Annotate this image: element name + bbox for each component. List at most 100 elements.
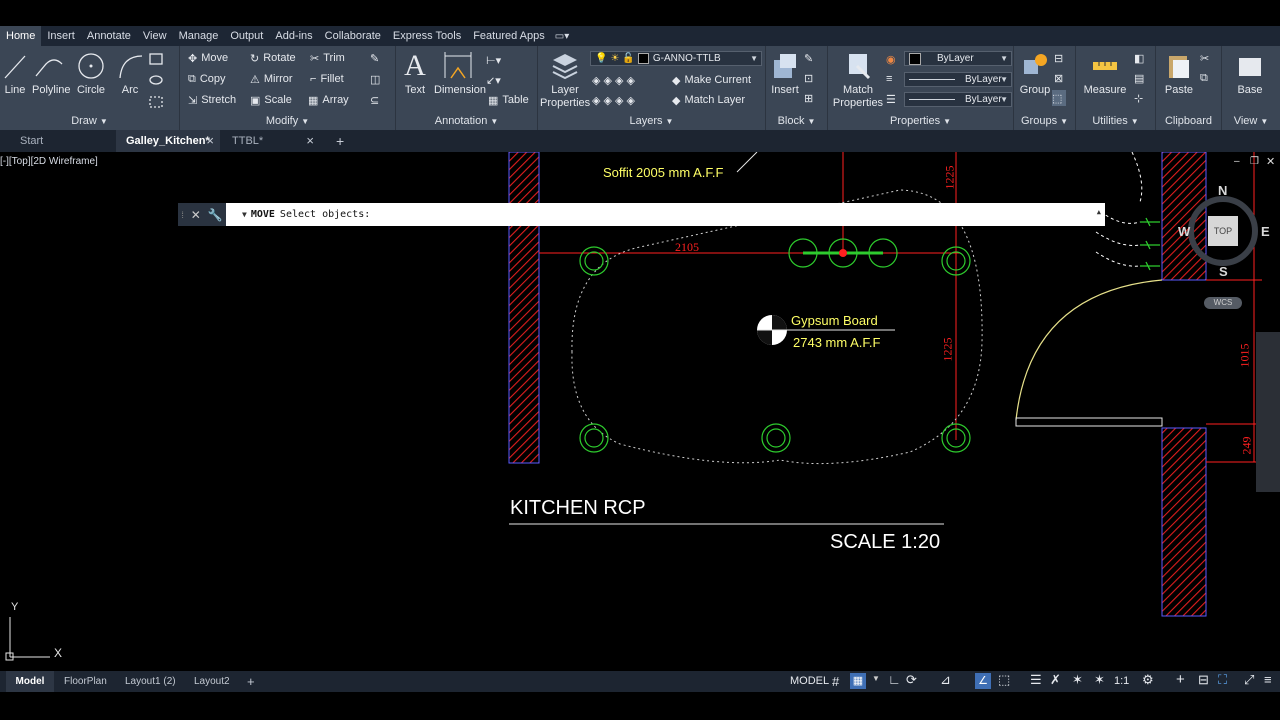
close-icon[interactable]: ✕: [191, 208, 201, 222]
utilities-panel-title[interactable]: Utilities ▼: [1076, 115, 1155, 127]
switch-symbols[interactable]: [1140, 217, 1160, 271]
table-button[interactable]: ▦ Table: [488, 92, 529, 108]
new-tab-button[interactable]: +: [336, 130, 350, 152]
annotation-panel-title[interactable]: Annotation ▼: [396, 115, 537, 127]
make-current-button[interactable]: ◆ Make Current: [672, 72, 751, 88]
tab-manage[interactable]: Manage: [173, 26, 225, 46]
add-icon[interactable]: +: [1176, 671, 1185, 688]
viewcube-top-face[interactable]: TOP: [1208, 216, 1238, 246]
text-button[interactable]: A Text: [400, 50, 430, 97]
grip-icon[interactable]: ⁞: [181, 210, 184, 220]
door-leaf[interactable]: [1015, 417, 1163, 427]
dimension-text-249[interactable]: 249: [1240, 437, 1255, 455]
edit-block-button[interactable]: ⊡: [804, 70, 817, 86]
layer-tools-row2[interactable]: ◈ ◈ ◈ ◈: [592, 92, 639, 108]
view-panel-title[interactable]: View ▼: [1222, 115, 1280, 127]
polar-icon[interactable]: ⟳: [906, 672, 917, 688]
tab-express-tools[interactable]: Express Tools: [387, 26, 467, 46]
object-snap-tracking-icon[interactable]: ∠: [975, 673, 991, 689]
annotation-scale-dropdown[interactable]: 1:1: [1114, 671, 1129, 692]
snap-icon[interactable]: ▦: [850, 673, 866, 689]
fillet-button[interactable]: ⌐ Fillet: [310, 71, 344, 87]
dimension-text-1225-top[interactable]: 1225: [943, 166, 958, 190]
grid-icon[interactable]: #: [832, 674, 839, 689]
trim-button[interactable]: ✂ Trim: [310, 50, 345, 66]
recent-commands-icon[interactable]: ▼: [242, 210, 247, 219]
paste-button[interactable]: Paste: [1162, 50, 1196, 96]
tab-galley-kitchen[interactable]: Galley_Kitchen* ×: [116, 130, 220, 152]
customization-icon[interactable]: ≡: [1264, 672, 1272, 687]
model-space-button[interactable]: MODEL: [790, 671, 829, 692]
drawing-scale[interactable]: SCALE 1:20: [830, 531, 940, 554]
color-dropdown[interactable]: ByLayer ▼: [904, 51, 1012, 66]
layout-tab-layout2[interactable]: Layout2: [194, 671, 230, 692]
offset-button[interactable]: ⊆: [370, 92, 383, 108]
wall-right-lower[interactable]: [1161, 427, 1207, 617]
properties-panel-title[interactable]: Properties ▼: [828, 115, 1013, 127]
cut-button[interactable]: ✂: [1200, 50, 1213, 66]
navigation-bar[interactable]: [1256, 332, 1280, 492]
layout-tab-layout1[interactable]: Layout1 (2): [125, 671, 176, 692]
restore-icon[interactable]: ❐: [1250, 156, 1259, 167]
calculator-button[interactable]: ▤: [1134, 70, 1148, 86]
draw-panel-title[interactable]: Draw ▼: [0, 115, 179, 127]
rotate-button[interactable]: ↻ Rotate: [250, 50, 296, 66]
add-layout-button[interactable]: +: [247, 671, 255, 692]
tab-start[interactable]: Start: [20, 130, 110, 152]
gear-icon[interactable]: ⚙: [1142, 672, 1154, 688]
block-panel-title[interactable]: Block ▼: [766, 115, 827, 127]
wiring-arc[interactable]: [1131, 152, 1143, 203]
tab-collaborate[interactable]: Collaborate: [319, 26, 387, 46]
light-fixtures[interactable]: [579, 238, 971, 453]
leader-button[interactable]: ⊢▾: [486, 52, 505, 68]
annotation-visibility-icon[interactable]: ✶: [1072, 672, 1083, 688]
viewport-controls[interactable]: [-][Top][2D Wireframe]: [0, 156, 98, 167]
dimension-button[interactable]: Dimension: [434, 50, 486, 96]
wrench-icon[interactable]: 🔧: [208, 208, 223, 222]
groups-panel-title[interactable]: Groups ▼: [1014, 115, 1075, 127]
clipboard-panel-title[interactable]: Clipboard: [1156, 115, 1221, 127]
stretch-button[interactable]: ⇲ Stretch: [188, 92, 236, 108]
multileader-button[interactable]: ↙▾: [486, 72, 505, 88]
compass-west[interactable]: W: [1178, 224, 1190, 239]
layout-tab-model[interactable]: Model: [6, 671, 54, 692]
ribbon-display-toggle[interactable]: ▭▾: [551, 31, 573, 42]
layout-tab-floorplan[interactable]: FloorPlan: [64, 671, 107, 692]
measure-button[interactable]: Measure: [1082, 50, 1128, 96]
base-button[interactable]: Base: [1230, 50, 1270, 96]
match-properties-button[interactable]: Match Properties: [832, 50, 884, 110]
isolate-objects-icon[interactable]: ⊟: [1198, 672, 1209, 688]
tab-add-ins[interactable]: Add-ins: [269, 26, 318, 46]
selection-cycling-icon[interactable]: ✗: [1050, 672, 1061, 688]
lineweight-display-icon[interactable]: ☰: [1030, 672, 1042, 688]
dimension-text-1225[interactable]: 1225: [941, 338, 956, 362]
tab-home[interactable]: Home: [0, 26, 42, 46]
group-selection-toggle[interactable]: ⬚: [1052, 90, 1067, 106]
compass-east[interactable]: E: [1261, 224, 1270, 239]
soffit-leader[interactable]: [736, 152, 758, 173]
tab-output[interactable]: Output: [224, 26, 269, 46]
lineweight-dropdown[interactable]: ByLayer ▼: [904, 72, 1012, 87]
hardware-acceleration-icon[interactable]: ⛶: [1218, 672, 1227, 688]
explode-button[interactable]: ◫: [370, 71, 384, 87]
copy-clip-button[interactable]: ⧉: [1200, 70, 1212, 86]
compass-north[interactable]: N: [1218, 183, 1227, 198]
chevron-down-icon[interactable]: ▼: [872, 674, 880, 683]
layer-tools-row1[interactable]: ◈ ◈ ◈ ◈: [592, 72, 639, 88]
group-edit-button[interactable]: ⊠: [1054, 70, 1067, 86]
wcs-menu[interactable]: WCS: [1204, 297, 1242, 309]
group-button[interactable]: Group: [1018, 50, 1052, 96]
drawing-viewport[interactable]: [-][Top][2D Wireframe] Soffit 2005 mm A.…: [0, 152, 1280, 671]
mirror-button[interactable]: ⚠ Mirror: [250, 71, 293, 87]
move-button[interactable]: ✥ Move: [188, 50, 228, 66]
close-icon[interactable]: ×: [306, 130, 314, 152]
soffit-note[interactable]: Soffit 2005 mm A.F.F: [603, 165, 723, 180]
block-attribute-button[interactable]: ⊞: [804, 90, 817, 106]
erase-button[interactable]: ✎: [370, 50, 383, 66]
command-input[interactable]: ▼ MOVE Select objects: ▲: [226, 203, 1105, 226]
drawing-canvas[interactable]: [0, 152, 1280, 671]
linetype-dropdown[interactable]: ByLayer ▼: [904, 92, 1012, 107]
id-point-button[interactable]: ⊹: [1134, 90, 1147, 106]
dimension-text-1015[interactable]: 1015: [1238, 344, 1253, 368]
quick-select-button[interactable]: ◧: [1134, 50, 1148, 66]
